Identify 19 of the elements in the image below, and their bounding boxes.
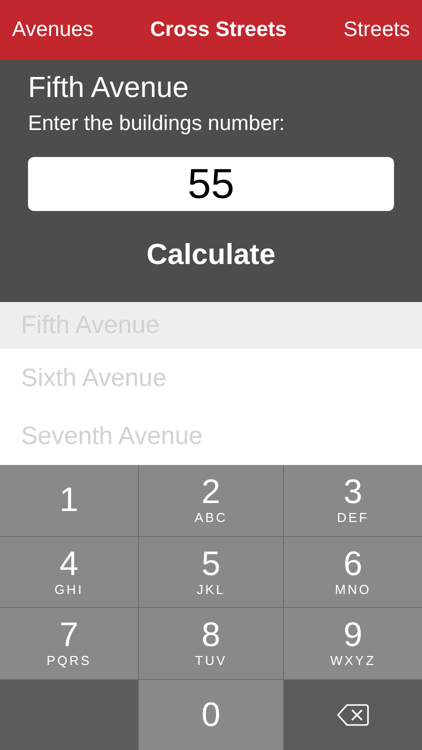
keypad-key[interactable]: 8 TUV <box>139 608 283 678</box>
keypad-key[interactable]: 5 JKL <box>139 536 283 607</box>
prompt-text: Enter the buildings number: <box>28 111 285 137</box>
keypad-key[interactable]: 1 <box>0 465 138 536</box>
backspace-icon <box>337 702 369 727</box>
dialog-title: Fifth Avenue <box>28 71 189 106</box>
delete-key[interactable] <box>284 680 422 750</box>
tab[interactable]: Avenues <box>12 18 94 42</box>
number-field[interactable]: 55 <box>28 157 394 211</box>
calculate-button[interactable]: Calculate <box>142 237 280 274</box>
tab[interactable]: Cross Streets <box>150 18 287 42</box>
keypad-key[interactable]: 9 WXYZ <box>284 608 422 678</box>
keypad-key[interactable]: 7 PQRS <box>0 608 138 678</box>
keypad-key[interactable]: 0 <box>139 680 283 750</box>
keypad-key[interactable]: 4 GHI <box>0 536 138 607</box>
keypad-key[interactable]: 6 MNO <box>284 536 422 607</box>
keypad-key[interactable]: 3 DEF <box>284 465 422 536</box>
keypad-key[interactable]: 2 ABC <box>139 465 283 536</box>
tab[interactable]: Streets <box>343 18 410 42</box>
